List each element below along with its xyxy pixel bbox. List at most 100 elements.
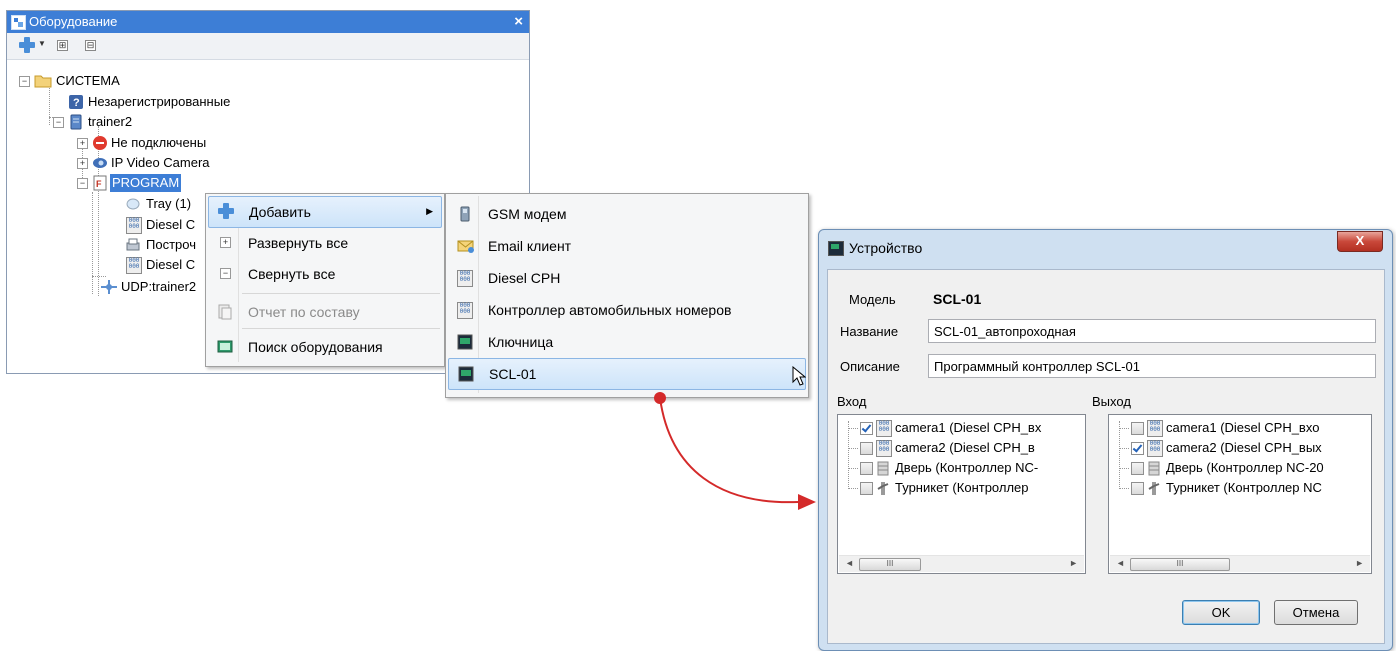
output-list[interactable]: 000 000 camera1 (Diesel CPH_вхо 000 000 ca… bbox=[1108, 414, 1372, 574]
network-icon bbox=[100, 279, 117, 295]
list-item[interactable]: 000 000 camera2 (Diesel CPH_вых bbox=[1109, 439, 1367, 459]
tree-node-label: Diesel C bbox=[146, 217, 196, 232]
list-item[interactable]: 000 000 camera1 (Diesel CPH_вхо bbox=[1109, 419, 1367, 439]
collapse-all-button[interactable]: ⊟ bbox=[85, 40, 96, 51]
scroll-left-icon[interactable]: ◄ bbox=[1116, 558, 1125, 568]
device-icon: 000 000 bbox=[126, 257, 142, 274]
checkbox[interactable] bbox=[1131, 462, 1144, 475]
input-hscrollbar[interactable]: ◄ III ► bbox=[839, 555, 1084, 572]
add-device-icon[interactable] bbox=[19, 37, 35, 53]
door-icon bbox=[1148, 461, 1164, 477]
collapse-toggle-icon[interactable]: − bbox=[77, 178, 88, 189]
add-dropdown-arrow-icon[interactable]: ▼ bbox=[38, 39, 46, 48]
checkbox[interactable] bbox=[860, 442, 873, 455]
submenu-arrow-icon: ▶ bbox=[426, 206, 433, 216]
turnstile-icon bbox=[1148, 481, 1164, 497]
tray-icon bbox=[125, 196, 141, 212]
camera-icon bbox=[92, 155, 108, 171]
collapse-toggle-icon[interactable]: − bbox=[53, 117, 64, 128]
ok-button[interactable]: OK bbox=[1182, 600, 1260, 625]
list-item[interactable]: 000 000 camera2 (Diesel CPH_в bbox=[838, 439, 1078, 459]
scroll-thumb[interactable]: III bbox=[859, 558, 921, 571]
input-list[interactable]: 000 000 camera1 (Diesel CPH_вх 000 000 cam… bbox=[837, 414, 1086, 574]
submenu-item-gsm-modem[interactable]: GSM модем bbox=[448, 199, 806, 229]
submenu-item-email-client[interactable]: Email клиент bbox=[448, 231, 806, 261]
submenu-item-plate-controller[interactable]: 000 000 Контроллер автомобильных номеров bbox=[448, 295, 806, 325]
submenu-item-diesel-cph[interactable]: 000 000 Diesel CPH bbox=[448, 263, 806, 293]
name-field[interactable]: SCL-01_автопроходная bbox=[928, 319, 1376, 343]
description-field[interactable]: Программный контроллер SCL-01 bbox=[928, 354, 1376, 378]
scroll-right-icon[interactable]: ► bbox=[1069, 558, 1078, 568]
menu-item-collapse-all[interactable]: − Свернуть все bbox=[208, 259, 442, 289]
scroll-thumb[interactable]: III bbox=[1130, 558, 1230, 571]
dialog-close-button[interactable]: X bbox=[1337, 231, 1383, 252]
tree-node-unregistered[interactable]: ? Незарегистрированные bbox=[7, 93, 307, 111]
description-label: Описание bbox=[840, 359, 900, 374]
checkbox[interactable] bbox=[860, 462, 873, 475]
tree-node-tray[interactable]: Tray (1) bbox=[7, 195, 217, 213]
checkbox[interactable] bbox=[1131, 442, 1144, 455]
panel-close-button[interactable]: × bbox=[514, 13, 523, 30]
expand-toggle-icon[interactable]: + bbox=[77, 158, 88, 169]
tree-node-label: Tray (1) bbox=[146, 196, 192, 211]
tree-node-label: IP Video Camera bbox=[111, 155, 210, 170]
model-value: SCL-01 bbox=[933, 291, 982, 307]
checkbox[interactable] bbox=[860, 482, 873, 495]
tree-node-system[interactable]: − СИСТЕМА bbox=[7, 72, 207, 90]
tree-node-not-connected[interactable]: + Не подключены bbox=[7, 134, 257, 152]
email-client-icon bbox=[457, 238, 474, 254]
tree-node-diesel-2[interactable]: 000 000 Diesel C bbox=[7, 256, 217, 274]
name-label: Название bbox=[840, 324, 899, 339]
tree-node-builder[interactable]: Построч bbox=[7, 236, 217, 254]
scroll-left-icon[interactable]: ◄ bbox=[845, 558, 854, 568]
cancel-button[interactable]: Отмена bbox=[1274, 600, 1358, 625]
menu-item-report[interactable]: Отчет по составу bbox=[208, 297, 442, 327]
list-item[interactable]: Дверь (Контроллер NC-20 bbox=[1109, 459, 1367, 479]
scl-controller-icon bbox=[458, 366, 474, 382]
turnstile-icon bbox=[877, 481, 893, 497]
collapse-toggle-icon[interactable]: − bbox=[19, 76, 30, 87]
model-label: Модель bbox=[849, 292, 896, 307]
tree-node-label: UDP:trainer2 bbox=[121, 279, 197, 294]
tree-node-label: Не подключены bbox=[111, 135, 207, 150]
stop-icon bbox=[92, 135, 108, 151]
checkbox[interactable] bbox=[1131, 422, 1144, 435]
question-icon: ? bbox=[68, 94, 84, 110]
menu-item-add[interactable]: Добавить ▶ bbox=[208, 196, 442, 228]
tree-node-program[interactable]: − F PROGRAM bbox=[7, 174, 217, 192]
tree-node-label: Diesel C bbox=[146, 257, 196, 272]
menu-item-expand-all[interactable]: + Развернуть все bbox=[208, 228, 442, 258]
report-icon bbox=[217, 304, 233, 320]
list-item[interactable]: Дверь (Контроллер NC- bbox=[838, 459, 1078, 479]
submenu-item-key-box[interactable]: Ключница bbox=[448, 327, 806, 357]
tree-node-ip-camera[interactable]: + IP Video Camera bbox=[7, 154, 257, 172]
dialog-body: Модель SCL-01 Название SCL-01_автопроход… bbox=[827, 269, 1385, 644]
expand-toggle-icon[interactable]: + bbox=[77, 138, 88, 149]
tree-node-label: PROGRAM bbox=[110, 174, 182, 192]
door-icon bbox=[877, 461, 893, 477]
tree-node-label: СИСТЕМА bbox=[56, 73, 120, 88]
expand-all-button[interactable]: ⊞ bbox=[57, 40, 68, 51]
tree-node-label: trainer2 bbox=[88, 114, 133, 129]
list-item[interactable]: Турникет (Контроллер bbox=[838, 479, 1078, 499]
device-icon: 000 000 bbox=[126, 217, 142, 234]
tree-node-diesel-1[interactable]: 000 000 Diesel C bbox=[7, 216, 217, 234]
scroll-right-icon[interactable]: ► bbox=[1355, 558, 1364, 568]
device-icon: 000 000 bbox=[876, 440, 892, 457]
diesel-device-icon: 000 000 bbox=[457, 270, 473, 287]
checkbox[interactable] bbox=[860, 422, 873, 435]
tree-node-udp[interactable]: UDP:trainer2 bbox=[7, 278, 217, 296]
menu-item-search[interactable]: Поиск оборудования bbox=[208, 332, 442, 362]
server-icon bbox=[68, 114, 84, 130]
tree-node-label: Незарегистрированные bbox=[88, 94, 231, 109]
flow-arrow bbox=[654, 392, 816, 510]
tree-node-server[interactable]: − trainer2 bbox=[7, 113, 207, 131]
panel-titlebar: Оборудование × bbox=[7, 11, 529, 33]
checkbox[interactable] bbox=[1131, 482, 1144, 495]
list-item[interactable]: 000 000 camera1 (Diesel CPH_вх bbox=[838, 419, 1078, 439]
output-hscrollbar[interactable]: ◄ III ► bbox=[1110, 555, 1370, 572]
panel-toolbar: ▼ ⊞ ⊟ bbox=[7, 33, 529, 60]
plate-controller-icon: 000 000 bbox=[457, 302, 473, 319]
list-item[interactable]: Турникет (Контроллер NC bbox=[1109, 479, 1367, 499]
context-menu: Добавить ▶ + Развернуть все − Свернуть в… bbox=[205, 193, 445, 367]
